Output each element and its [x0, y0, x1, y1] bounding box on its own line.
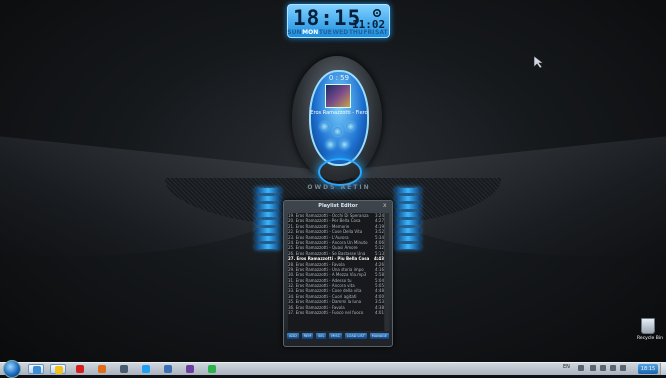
open-button[interactable] — [340, 140, 349, 149]
keyboard-icon[interactable] — [578, 365, 584, 371]
tb-item-skype[interactable] — [138, 364, 154, 374]
day-label: WED — [332, 28, 349, 36]
add-button[interactable]: ADD — [287, 333, 299, 339]
playlist-row-duration: 4:01 — [375, 310, 384, 316]
tb-item-player[interactable] — [182, 364, 198, 374]
network-icon[interactable] — [590, 365, 596, 371]
next-button[interactable] — [346, 122, 355, 131]
recycle-bin-label: Recycle Bin — [637, 336, 663, 341]
day-label: TUE — [318, 28, 332, 36]
recycle-bin-icon — [641, 318, 655, 334]
remove-button[interactable]: REM — [301, 333, 314, 339]
recycle-bin-shortcut[interactable]: Recycle Bin — [637, 318, 663, 341]
player-elapsed-time: 0 : 59 — [328, 74, 350, 82]
taskbar-clock[interactable]: 18:15 — [638, 364, 658, 374]
firefox-icon — [98, 365, 106, 373]
tb-item-messenger[interactable] — [204, 364, 220, 374]
flag-icon[interactable] — [620, 365, 626, 371]
tb-item-firefox[interactable] — [94, 364, 110, 374]
folder-icon — [33, 366, 41, 374]
opera-icon — [76, 365, 84, 373]
misc-button[interactable]: MISC — [329, 333, 343, 339]
messenger-icon — [208, 365, 216, 373]
playlist-buttons: ADD REM SEL MISC LOAD LIST MANAGE — [287, 333, 389, 339]
mail-icon — [164, 365, 172, 373]
start-button[interactable] — [3, 360, 21, 378]
previous-button[interactable] — [320, 122, 329, 131]
close-icon[interactable]: x — [383, 202, 389, 209]
player-track-info: Eros Ramazzotti - Fiero — [310, 110, 368, 116]
playlist-row-title: 37. Eros Ramazzotti - Fuoco nel fuoco — [288, 310, 364, 316]
desktop: 18:15 11:02 SUN MON TUE WED THU FRI SAT … — [0, 0, 666, 362]
tb-item-mail[interactable] — [160, 364, 176, 374]
album-art — [325, 84, 351, 108]
tb-item-app[interactable] — [116, 364, 132, 374]
day-label-active: MON — [302, 28, 319, 36]
skype-icon — [142, 365, 150, 373]
select-button[interactable]: SEL — [316, 333, 327, 339]
show-desktop-button[interactable] — [660, 363, 666, 375]
playlist-scrollbar[interactable] — [385, 213, 389, 331]
tb-item-opera[interactable] — [72, 364, 88, 374]
player-brand-label: OWDS AETIN — [307, 184, 371, 191]
taskbar: EN 18:15 — [0, 360, 666, 378]
playlist-row[interactable]: 37. Eros Ramazzotti - Fuoco nel fuoco 4:0… — [288, 310, 384, 315]
media-icon — [55, 366, 63, 374]
mouse-cursor-icon — [533, 55, 544, 69]
day-label: FRI — [363, 28, 375, 36]
day-label: SUN — [287, 28, 302, 36]
playlist-editor-window[interactable]: Playlist Editor x 19. Eros Ramazzotti - … — [283, 200, 393, 347]
language-indicator[interactable]: EN — [563, 364, 570, 370]
day-label: SAT — [375, 28, 388, 36]
playlist-title: Playlist Editor — [318, 203, 358, 209]
manage-button[interactable]: MANAGE — [369, 333, 389, 339]
player-icon — [186, 365, 194, 373]
player-glow-ring — [318, 158, 362, 186]
play-button[interactable] — [333, 127, 342, 136]
app-icon — [120, 365, 128, 373]
load-list-button[interactable]: LOAD LIST — [344, 333, 367, 339]
volume-icon[interactable] — [610, 365, 616, 371]
gear-icon[interactable] — [372, 8, 382, 18]
playlist-list[interactable]: 19. Eros Ramazzotti - Occhi Di Speranza 3… — [288, 213, 384, 331]
day-label: THU — [348, 28, 363, 36]
notification-icon[interactable] — [600, 365, 606, 371]
tb-item-media[interactable] — [50, 364, 66, 374]
clock-days: SUN MON TUE WED THU FRI SAT — [287, 27, 388, 37]
stop-button[interactable] — [326, 140, 335, 149]
tb-item-folder[interactable] — [28, 364, 44, 374]
blue-glow-stack-right — [395, 188, 421, 252]
blue-glow-stack-left — [255, 188, 281, 252]
